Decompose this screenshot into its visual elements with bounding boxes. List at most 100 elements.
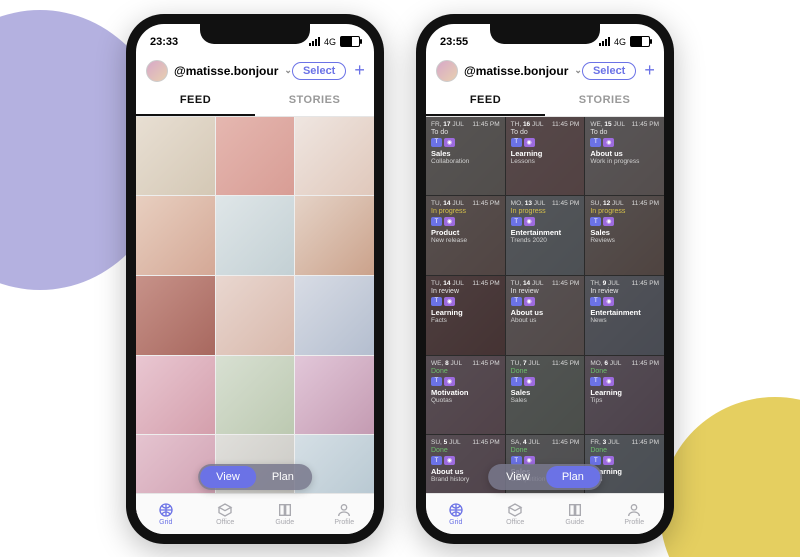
plan-card[interactable]: SU, 12 JUL11:45 PMIn progressT◉SalesRevi… <box>585 196 664 275</box>
card-status: Done <box>590 368 659 375</box>
battery-icon <box>630 36 650 47</box>
chevron-down-icon: ⌄ <box>284 65 292 76</box>
card-platform-chips: T◉ <box>511 297 580 306</box>
tab-stories[interactable]: STORIES <box>255 86 374 116</box>
plan-card[interactable]: MO, 6 JUL11:45 PMDoneT◉LearningTips <box>585 356 664 435</box>
instagram-icon: ◉ <box>444 217 455 226</box>
feed-tile[interactable] <box>216 356 295 435</box>
card-status: Done <box>511 447 580 454</box>
card-title: Learning <box>431 308 500 317</box>
feed-grid <box>136 117 374 514</box>
card-title: Sales <box>511 388 580 397</box>
card-subtitle: Tips <box>590 397 659 404</box>
instagram-icon: ◉ <box>603 217 614 226</box>
card-subtitle: Reviews <box>590 237 659 244</box>
tabbar-grid[interactable]: Grid <box>426 494 486 534</box>
plan-grid: FR, 17 JUL11:45 PMTo doT◉SalesCollaborat… <box>426 117 664 514</box>
plan-card[interactable]: FR, 17 JUL11:45 PMTo doT◉SalesCollaborat… <box>426 117 505 196</box>
tabbar-guide[interactable]: Guide <box>545 494 605 534</box>
tabbar-office[interactable]: Office <box>486 494 546 534</box>
add-button[interactable]: + <box>644 60 655 81</box>
toggle-plan[interactable]: Plan <box>256 466 310 488</box>
feed-tile[interactable] <box>295 196 374 275</box>
card-subtitle: Lessons <box>511 158 580 165</box>
tab-stories[interactable]: STORIES <box>545 86 664 116</box>
tabbar-profile[interactable]: Profile <box>315 494 375 534</box>
signal-icon <box>599 37 610 46</box>
plan-card[interactable]: TU, 14 JUL11:45 PMIn reviewT◉LearningFac… <box>426 276 505 355</box>
instagram-icon: ◉ <box>524 377 535 386</box>
instagram-icon: ◉ <box>524 297 535 306</box>
instagram-icon: ◉ <box>524 217 535 226</box>
feed-tile[interactable] <box>216 117 295 196</box>
feed-tile[interactable] <box>136 276 215 355</box>
signal-icon <box>309 37 320 46</box>
tab-bar: Grid Office Guide Profile <box>426 493 664 534</box>
card-platform-chips: T◉ <box>590 138 659 147</box>
tabbar-grid[interactable]: Grid <box>136 494 196 534</box>
card-date: SU, 12 JUL11:45 PM <box>590 200 659 207</box>
feed-tile[interactable] <box>295 356 374 435</box>
card-subtitle: About us <box>511 317 580 324</box>
card-status: In progress <box>431 208 500 215</box>
notch <box>200 24 310 44</box>
account-switcher[interactable]: @matisse.bonjour ⌄ <box>146 60 292 82</box>
plan-card[interactable]: WE, 8 JUL11:45 PMDoneT◉MotivationQuotas <box>426 356 505 435</box>
feed-tile[interactable] <box>136 356 215 435</box>
card-date: TU, 14 JUL11:45 PM <box>511 280 580 287</box>
card-platform-chips: T◉ <box>590 377 659 386</box>
plan-card[interactable]: TH, 16 JUL11:45 PMTo doT◉LearningLessons <box>506 117 585 196</box>
plan-card[interactable]: TU, 14 JUL11:45 PMIn reviewT◉About usAbo… <box>506 276 585 355</box>
toggle-plan[interactable]: Plan <box>546 466 600 488</box>
toggle-view[interactable]: View <box>200 466 256 488</box>
twitter-icon: T <box>511 217 522 226</box>
tab-feed[interactable]: FEED <box>136 86 255 116</box>
plan-card[interactable]: MO, 13 JUL11:45 PMIn progressT◉Entertain… <box>506 196 585 275</box>
feed-tile[interactable] <box>216 276 295 355</box>
card-status: In review <box>590 288 659 295</box>
view-plan-toggle[interactable]: View Plan <box>198 464 312 490</box>
phone-right: 23:55 4G @matisse.bonjour ⌄ Select <box>416 14 674 544</box>
tabbar-office[interactable]: Office <box>196 494 256 534</box>
card-subtitle: Facts <box>431 317 500 324</box>
card-status: Done <box>590 447 659 454</box>
feed-tile[interactable] <box>136 117 215 196</box>
card-platform-chips: T◉ <box>431 138 500 147</box>
card-title: Sales <box>590 228 659 237</box>
tabbar-guide[interactable]: Guide <box>255 494 315 534</box>
card-status: Done <box>431 447 500 454</box>
feed-tile[interactable] <box>216 196 295 275</box>
feed-tile[interactable] <box>295 276 374 355</box>
card-subtitle: Collaboration <box>431 158 500 165</box>
phone-left: 23:33 4G @matisse.bonjour ⌄ Select <box>126 14 384 544</box>
card-subtitle: News <box>590 317 659 324</box>
card-date: SU, 5 JUL11:45 PM <box>431 439 500 446</box>
card-title: Entertainment <box>590 308 659 317</box>
feed-tile[interactable] <box>136 196 215 275</box>
card-date: WE, 15 JUL11:45 PM <box>590 121 659 128</box>
twitter-icon: T <box>431 456 442 465</box>
tab-feed[interactable]: FEED <box>426 86 545 116</box>
plan-card[interactable]: TU, 14 JUL11:45 PMIn progressT◉ProductNe… <box>426 196 505 275</box>
plan-card[interactable]: WE, 15 JUL11:45 PMTo doT◉About usWork in… <box>585 117 664 196</box>
card-title: Product <box>431 228 500 237</box>
card-date: TU, 14 JUL11:45 PM <box>431 280 500 287</box>
avatar <box>146 60 168 82</box>
instagram-icon: ◉ <box>444 456 455 465</box>
account-switcher[interactable]: @matisse.bonjour ⌄ <box>436 60 582 82</box>
select-button[interactable]: Select <box>582 62 636 80</box>
tabbar-profile[interactable]: Profile <box>605 494 665 534</box>
card-status: To do <box>511 129 580 136</box>
twitter-icon: T <box>431 138 442 147</box>
card-status: In progress <box>590 208 659 215</box>
plan-card[interactable]: TU, 7 JUL11:45 PMDoneT◉SalesSales <box>506 356 585 435</box>
card-status: In progress <box>511 208 580 215</box>
feed-tile[interactable] <box>295 117 374 196</box>
plan-card[interactable]: TH, 9 JUL11:45 PMIn reviewT◉Entertainmen… <box>585 276 664 355</box>
view-plan-toggle[interactable]: View Plan <box>488 464 602 490</box>
select-button[interactable]: Select <box>292 62 346 80</box>
toggle-view[interactable]: View <box>490 466 546 488</box>
instagram-icon: ◉ <box>603 456 614 465</box>
card-date: MO, 6 JUL11:45 PM <box>590 360 659 367</box>
add-button[interactable]: + <box>354 60 365 81</box>
